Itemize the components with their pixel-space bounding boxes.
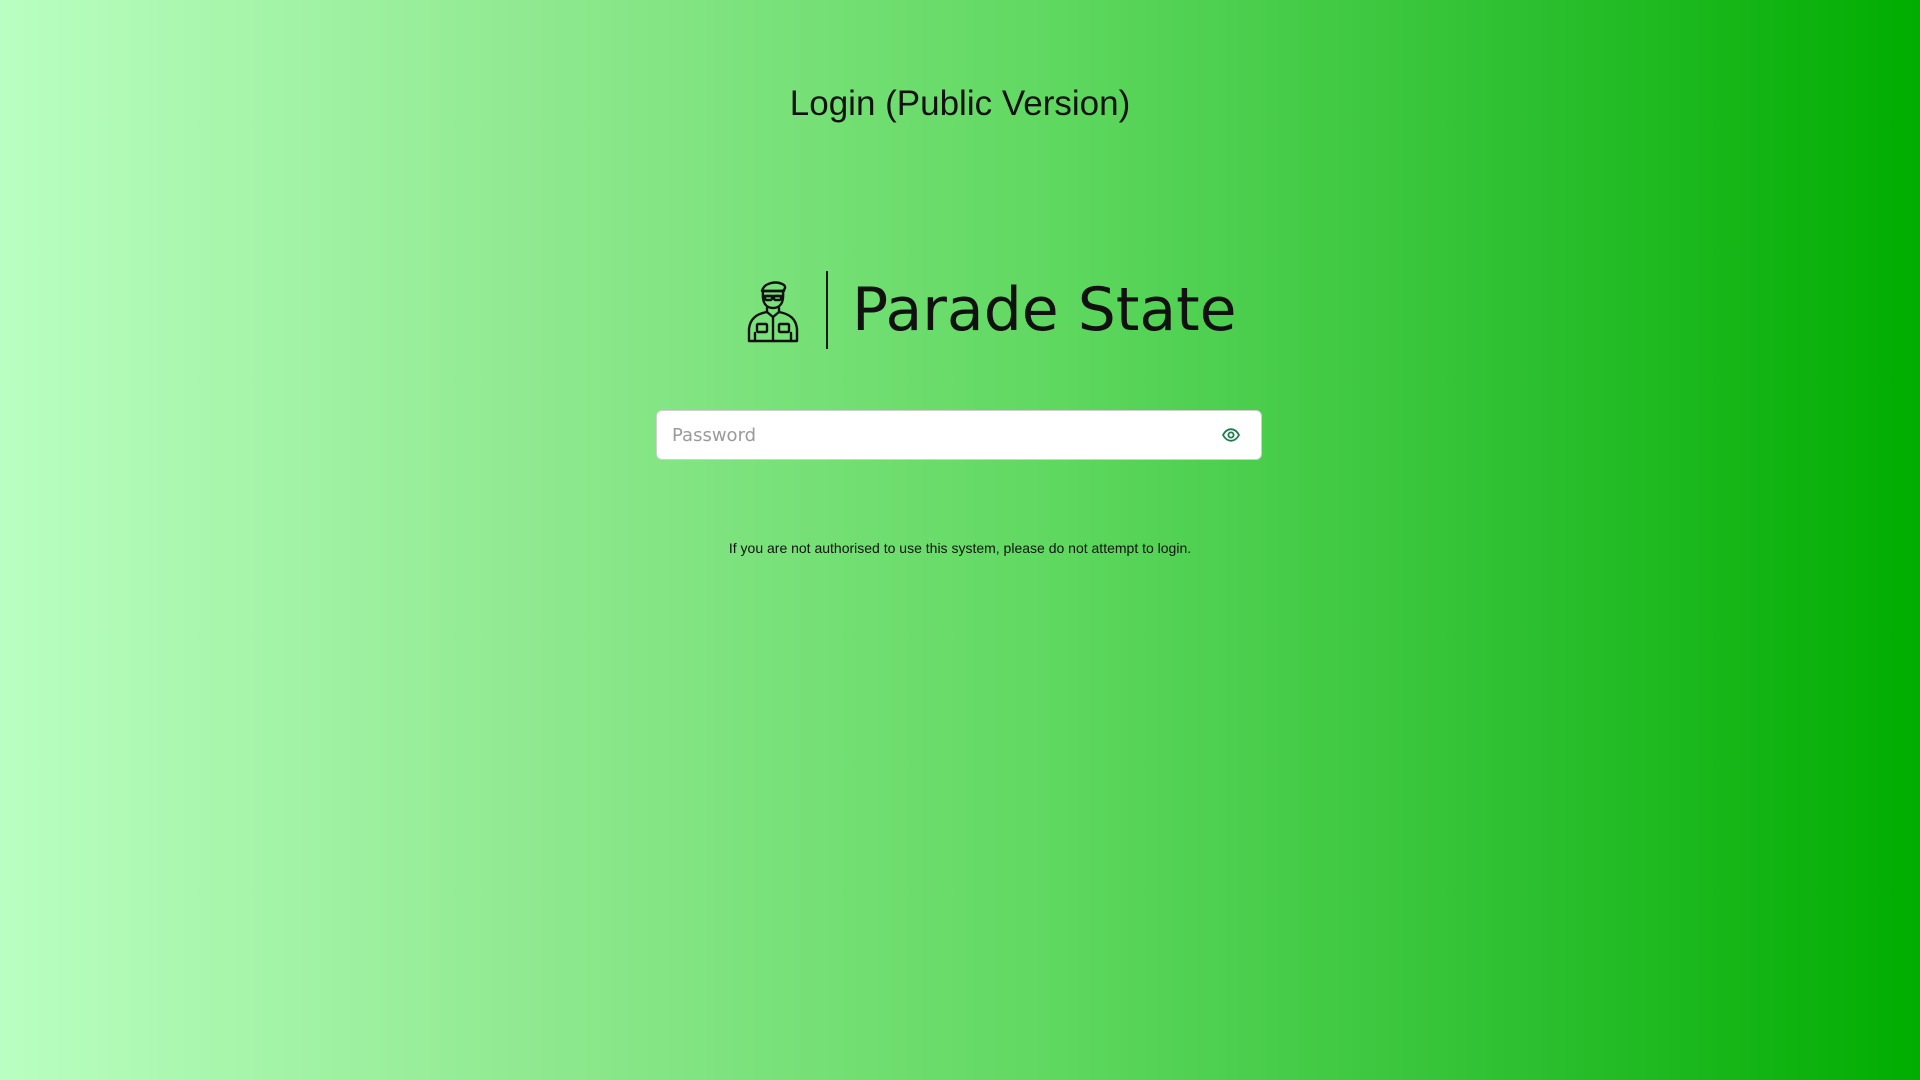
authorization-notice: If you are not authorised to use this sy…	[728, 540, 1192, 556]
app-logo: Parade State	[744, 270, 1237, 350]
password-input[interactable]	[657, 411, 1211, 459]
app-name: Parade State	[852, 275, 1237, 345]
logo-divider	[826, 271, 828, 349]
page-title: Login (Public Version)	[789, 84, 1131, 123]
eye-icon	[1222, 428, 1240, 442]
show-password-button[interactable]	[1211, 415, 1251, 455]
password-field[interactable]	[656, 410, 1262, 460]
soldier-icon	[747, 281, 799, 343]
